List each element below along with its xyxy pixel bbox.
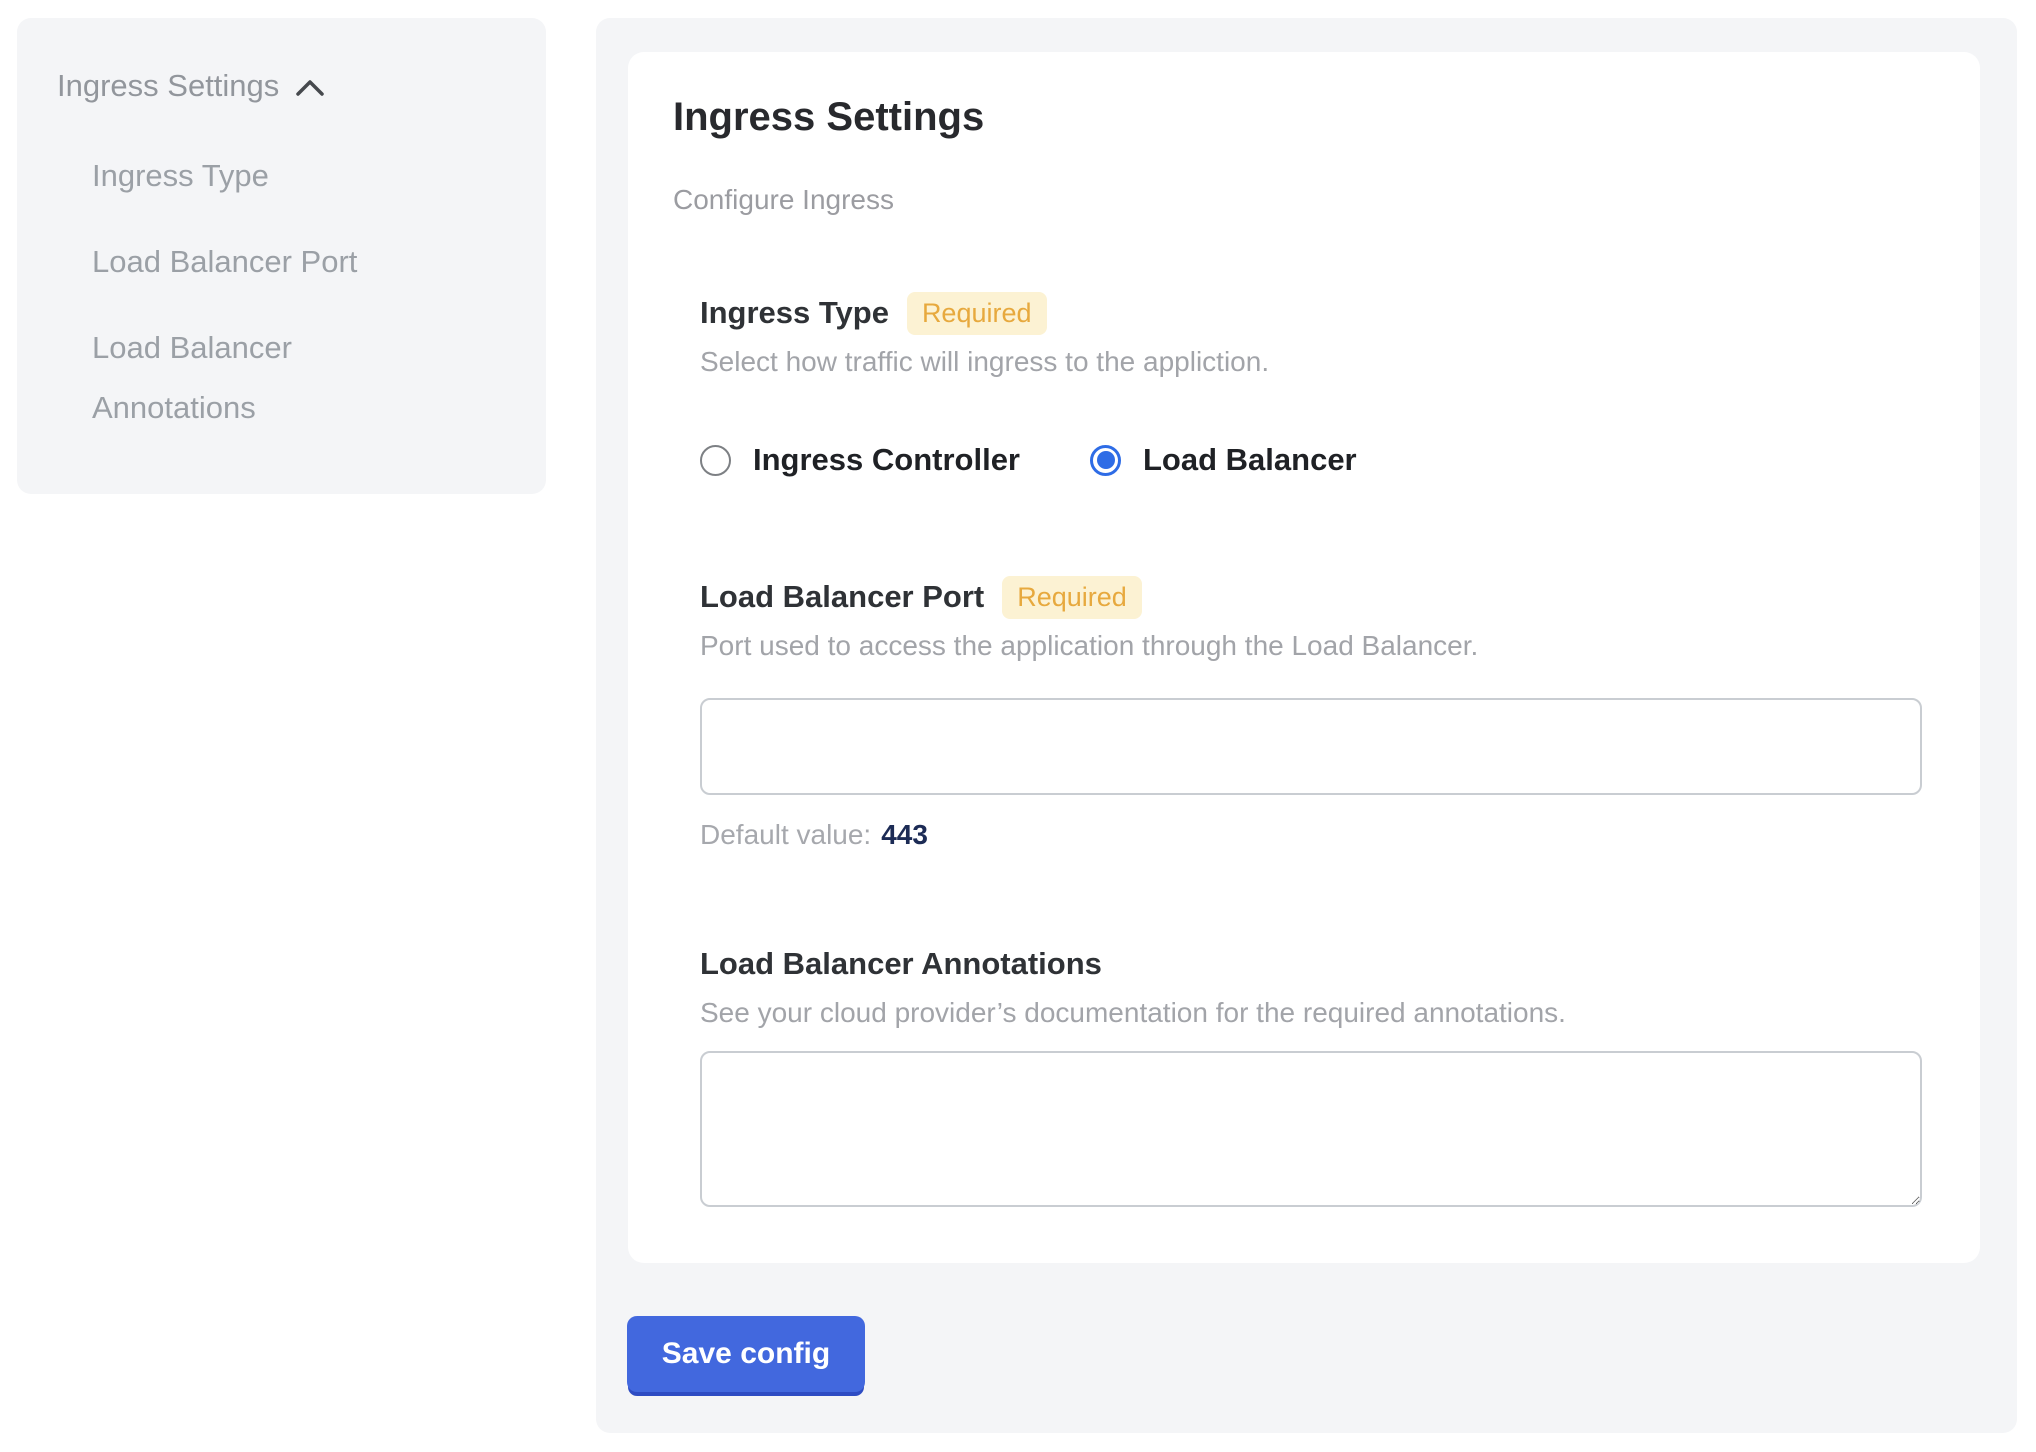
field-label: Ingress Type <box>700 295 889 331</box>
field-label: Load Balancer Port <box>700 579 984 615</box>
sidebar-item-load-balancer-port[interactable]: Load Balancer Port <box>92 232 422 292</box>
field-ingress-type: Ingress Type Required Select how traffic… <box>700 290 1922 478</box>
page-subtitle: Configure Ingress <box>673 184 1922 216</box>
page-title: Ingress Settings <box>673 94 1922 140</box>
radio-label: Load Balancer <box>1143 442 1357 478</box>
ingress-type-options: Ingress Controller Load Balancer <box>700 442 1922 478</box>
sidebar-item-list: Ingress Type Load Balancer Port Load Bal… <box>92 146 506 438</box>
sidebar-item-ingress-type[interactable]: Ingress Type <box>92 146 422 206</box>
save-config-button[interactable]: Save config <box>627 1316 865 1392</box>
radio-option-load-balancer[interactable]: Load Balancer <box>1090 442 1357 478</box>
radio-unselected-icon[interactable] <box>700 445 731 476</box>
field-description: See your cloud provider’s documentation … <box>700 997 1922 1029</box>
load-balancer-annotations-textarea[interactable] <box>700 1051 1922 1207</box>
required-badge: Required <box>1002 576 1142 619</box>
field-description: Port used to access the application thro… <box>700 630 1922 662</box>
field-label-row: Load Balancer Port Required <box>700 574 1922 620</box>
field-description: Select how traffic will ingress to the a… <box>700 346 1922 378</box>
field-load-balancer-annotations: Load Balancer Annotations See your cloud… <box>700 941 1922 1207</box>
settings-panel: Ingress Settings Configure Ingress Ingre… <box>596 18 2017 1433</box>
field-load-balancer-port: Load Balancer Port Required Port used to… <box>700 574 1922 851</box>
default-value: 443 <box>881 819 928 850</box>
settings-sidebar: Ingress Settings Ingress Type Load Balan… <box>17 18 546 494</box>
load-balancer-port-input[interactable] <box>700 698 1922 795</box>
chevron-up-icon <box>295 78 325 98</box>
sidebar-group-label: Ingress Settings <box>57 68 279 104</box>
field-label-row: Load Balancer Annotations <box>700 941 1922 987</box>
radio-option-ingress-controller[interactable]: Ingress Controller <box>700 442 1020 478</box>
default-value-label: Default value: <box>700 819 871 850</box>
default-value-line: Default value: 443 <box>700 819 1922 851</box>
field-label: Load Balancer Annotations <box>700 946 1102 982</box>
sidebar-group-ingress-settings[interactable]: Ingress Settings <box>57 68 506 104</box>
field-label-row: Ingress Type Required <box>700 290 1922 336</box>
sidebar-item-load-balancer-annotations[interactable]: Load Balancer Annotations <box>92 318 422 438</box>
radio-label: Ingress Controller <box>753 442 1020 478</box>
ingress-settings-card: Ingress Settings Configure Ingress Ingre… <box>628 52 1980 1263</box>
required-badge: Required <box>907 292 1047 335</box>
radio-selected-icon[interactable] <box>1090 445 1121 476</box>
